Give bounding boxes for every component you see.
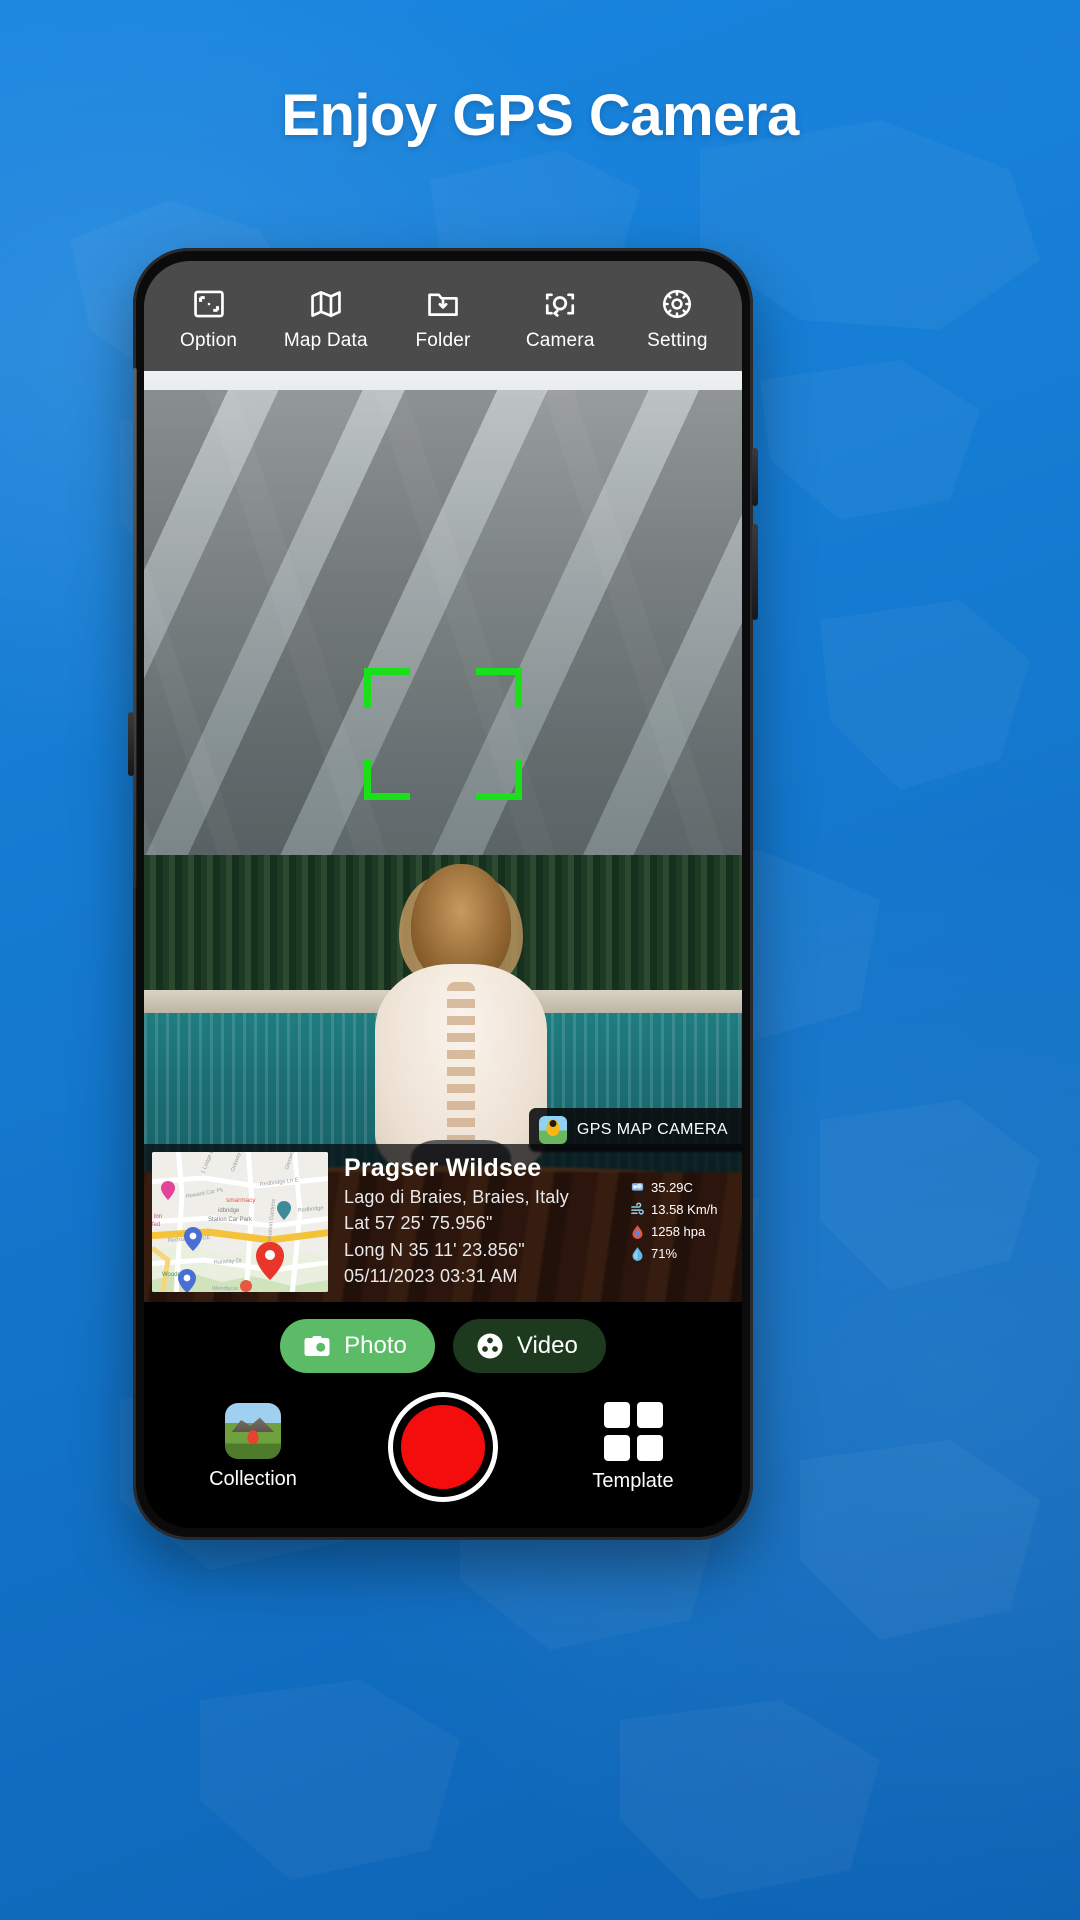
svg-text:smarmacy: smarmacy xyxy=(226,1197,256,1204)
template-button[interactable]: Template xyxy=(558,1401,708,1493)
map-fold-icon xyxy=(309,287,343,321)
thermometer-icon xyxy=(631,1183,644,1191)
gps-info-card: 1 Lodge Dr Ockway Rd Redbridge Ln E Howa… xyxy=(144,1144,742,1302)
stat-temperature-value: 35.29C xyxy=(651,1180,693,1195)
phone-side-button-power xyxy=(752,524,758,620)
toolbar-label-camera: Camera xyxy=(525,329,595,351)
grid-icon xyxy=(603,1401,663,1461)
stat-pressure: 1258 hpa xyxy=(630,1224,705,1239)
template-label: Template xyxy=(592,1469,674,1492)
mode-photo-button[interactable]: Photo xyxy=(280,1319,435,1373)
svg-text:inn: inn xyxy=(154,1214,162,1220)
stat-wind: 13.58 Km/h xyxy=(630,1202,718,1217)
camera-switch-icon xyxy=(543,287,577,321)
top-toolbar: Option Map Data Folder Camera Setting xyxy=(144,261,742,371)
stat-humidity-value: 71% xyxy=(651,1246,678,1261)
gps-latitude: Lat 57 25' 75.956" xyxy=(344,1213,493,1234)
svg-text:idbridge: idbridge xyxy=(218,1208,240,1214)
svg-text:Station Car Park: Station Car Park xyxy=(208,1217,253,1223)
gps-map-camera-logo-icon xyxy=(538,1116,567,1144)
camera-viewfinder[interactable]: GPS MAP CAMERA 1 Lodge Dr Ockway Rd Redb… xyxy=(144,371,742,1302)
bottom-bar: Collection Template xyxy=(144,1386,742,1528)
collection-label: Collection xyxy=(209,1468,297,1490)
toolbar-item-camera[interactable]: Camera xyxy=(502,287,619,352)
toolbar-label-option: Option xyxy=(180,329,238,351)
gps-location-subtitle: Lago di Braies, Braies, Italy xyxy=(344,1186,569,1207)
svg-text:Wendlycar: Wendlycar xyxy=(212,1286,238,1292)
phone-screen: Option Map Data Folder Camera Setting GP… xyxy=(144,261,742,1528)
toolbar-label-map-data: Map Data xyxy=(283,329,368,351)
phone-side-button-volume xyxy=(752,448,758,506)
toolbar-label-folder: Folder xyxy=(415,329,471,351)
focus-brackets-icon xyxy=(364,668,522,801)
gps-text-block: Pragser Wildsee Lago di Braies, Braies, … xyxy=(328,1152,630,1292)
folder-download-icon xyxy=(426,287,460,321)
svg-text:fed: fed xyxy=(152,1222,160,1228)
watermark-text: GPS MAP CAMERA xyxy=(576,1121,728,1138)
crop-frame-icon xyxy=(192,287,226,321)
photo-thumbnail-icon xyxy=(225,1403,281,1459)
pressure-icon xyxy=(632,1225,643,1239)
stat-wind-value: 13.58 Km/h xyxy=(651,1202,718,1217)
collection-button[interactable]: Collection xyxy=(178,1403,328,1491)
gear-icon xyxy=(660,287,694,321)
person-lace-panel xyxy=(446,981,476,1147)
gps-location-title: Pragser Wildsee xyxy=(344,1154,542,1182)
toolbar-item-map-data[interactable]: Map Data xyxy=(267,287,384,352)
toolbar-item-setting[interactable]: Setting xyxy=(619,287,736,352)
page-title: Enjoy GPS Camera xyxy=(281,83,799,148)
photo-mountain xyxy=(144,389,742,912)
capture-mode-switch: Photo Video xyxy=(144,1302,742,1386)
shutter-button[interactable] xyxy=(388,1392,498,1502)
toolbar-label-setting: Setting xyxy=(647,329,708,351)
toolbar-item-option[interactable]: Option xyxy=(150,287,267,352)
gps-datetime: 05/11/2023 03:31 AM xyxy=(344,1266,518,1287)
mode-video-button[interactable]: Video xyxy=(452,1319,606,1373)
humidity-icon xyxy=(632,1247,643,1261)
film-reel-icon xyxy=(477,1333,503,1359)
phone-side-button-left xyxy=(128,712,134,776)
mode-photo-label: Photo xyxy=(344,1332,407,1359)
mode-video-label: Video xyxy=(516,1332,578,1359)
camera-icon xyxy=(304,1336,330,1356)
stat-pressure-value: 1258 hpa xyxy=(651,1224,706,1239)
phone-mockup: Option Map Data Folder Camera Setting GP… xyxy=(128,248,758,1540)
gps-longitude: Long N 35 11' 23.856" xyxy=(344,1239,525,1260)
gps-weather-stats: 35.29C 13.58 Km/h 1258 hpa 71% xyxy=(630,1152,738,1292)
stat-temperature: 35.29C xyxy=(630,1180,693,1195)
map-thumbnail[interactable]: 1 Lodge Dr Ockway Rd Redbridge Ln E Howa… xyxy=(152,1152,328,1292)
toolbar-item-folder[interactable]: Folder xyxy=(384,287,501,352)
wind-icon xyxy=(631,1202,644,1215)
stat-humidity: 71% xyxy=(630,1246,677,1261)
shutter-inner-circle xyxy=(401,1405,485,1489)
